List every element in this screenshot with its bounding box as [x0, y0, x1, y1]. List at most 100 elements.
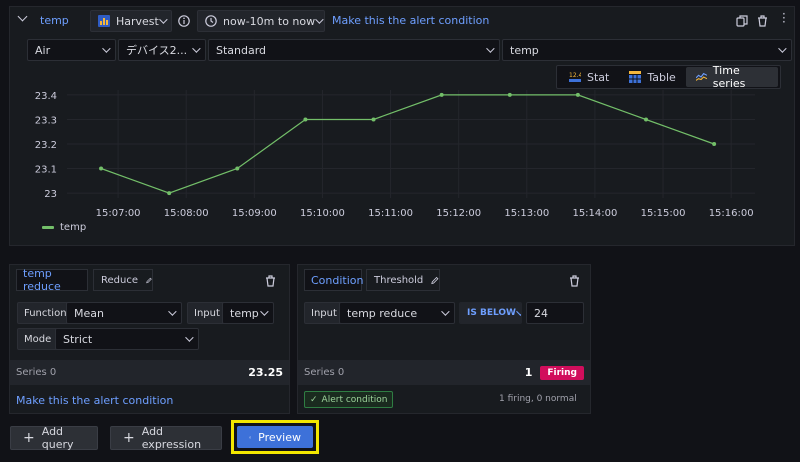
data-point — [167, 191, 172, 196]
condition-input-value: temp reduce — [347, 306, 418, 320]
reduce-input-select[interactable]: temp — [222, 302, 274, 324]
y-tick-label: 23.2 — [35, 140, 57, 151]
preview-button[interactable]: Preview — [237, 426, 313, 448]
condition-series-value: 1 — [524, 366, 533, 379]
reduce-make-alert-link[interactable]: Make this the alert condition — [16, 394, 173, 407]
x-tick-label: 15:14:00 — [572, 208, 617, 219]
trash-icon[interactable] — [757, 15, 768, 27]
threshold-value: 24 — [534, 306, 548, 320]
chevron-down-icon — [486, 44, 495, 53]
filter-field-value: temp — [510, 43, 539, 57]
reduce-title-box[interactable]: temp reduce — [16, 267, 88, 293]
datasource-name: Harvest — [116, 14, 159, 28]
x-tick-label: 15:10:00 — [300, 208, 345, 219]
duplicate-icon[interactable] — [736, 15, 748, 27]
condition-trash-icon[interactable] — [569, 275, 580, 287]
firing-badge: Firing — [540, 365, 584, 380]
operator-select[interactable]: IS BELOW — [459, 302, 522, 324]
add-expression-button[interactable]: + Add expression — [110, 425, 222, 451]
condition-type-box[interactable]: Threshold — [366, 269, 440, 291]
function-value: Mean — [74, 306, 104, 320]
data-point — [507, 92, 512, 97]
add-query-label: Add query — [41, 425, 74, 451]
condition-result-row: Series 0 1 Firing — [298, 360, 590, 385]
filter-aggregation[interactable]: Standard — [208, 39, 500, 61]
add-query-button[interactable]: + Add query — [10, 425, 98, 451]
mode-value: Strict — [63, 332, 93, 346]
datasource-icon — [98, 15, 110, 27]
info-icon[interactable] — [178, 15, 190, 27]
plus-icon: + — [123, 430, 135, 446]
reduce-type-box[interactable]: Reduce — [93, 269, 153, 291]
chevron-down-icon — [778, 44, 787, 53]
condition-type: Threshold — [374, 274, 424, 286]
chevron-down-icon — [168, 307, 177, 316]
reduce-series-value: 23.25 — [248, 366, 283, 379]
alert-condition-label: Alert condition — [321, 394, 388, 405]
make-alert-condition-link[interactable]: Make this the alert condition — [332, 14, 489, 27]
query-name[interactable]: temp — [40, 14, 69, 27]
y-tick-label: 23 — [44, 189, 57, 200]
time-series-chart: 23 23.1 23.2 23.3 23.4 15:07:00 15:08:00 15:09:… — [35, 90, 755, 219]
pencil-icon — [431, 276, 439, 284]
filter-measurement[interactable]: Air — [27, 39, 116, 61]
data-point — [439, 92, 444, 97]
x-tick-label: 15:07:00 — [96, 208, 141, 219]
legend-label[interactable]: temp — [60, 222, 86, 233]
data-point — [303, 117, 308, 122]
filter-field[interactable]: temp — [502, 39, 792, 61]
pencil-icon — [146, 277, 152, 283]
chevron-down-icon — [159, 15, 168, 24]
data-point — [575, 92, 580, 97]
more-icon[interactable]: · · · — [782, 8, 786, 28]
reduce-type: Reduce — [101, 274, 138, 286]
chevron-down-icon — [260, 307, 269, 316]
x-tick-label: 15:16:00 — [709, 208, 754, 219]
clock-icon — [205, 15, 217, 27]
x-tick-label: 15:09:00 — [232, 208, 277, 219]
plus-icon: + — [23, 430, 35, 446]
y-tick-label: 23.3 — [35, 115, 57, 126]
input-label: Input — [187, 302, 227, 324]
x-tick-label: 15:15:00 — [641, 208, 686, 219]
time-range-value: now-10m to now — [223, 14, 316, 28]
y-tick-label: 23.1 — [35, 165, 57, 176]
refresh-icon — [249, 436, 252, 438]
chevron-down-icon — [185, 333, 194, 342]
data-point — [644, 117, 649, 122]
condition-series-label: Series 0 — [304, 367, 345, 378]
chevron-down-icon — [441, 307, 450, 316]
reduce-trash-icon[interactable] — [265, 275, 276, 287]
condition-title: Condition — [311, 273, 364, 287]
preview-label: Preview — [258, 430, 301, 444]
check-icon: ✓ — [310, 394, 318, 405]
condition-input-label: Input — [304, 302, 344, 324]
reduce-result-row: Series 0 23.25 — [10, 360, 289, 385]
chevron-down-icon — [192, 44, 201, 53]
x-tick-label: 15:12:00 — [436, 208, 481, 219]
add-expression-label: Add expression — [141, 425, 202, 451]
threshold-input[interactable]: 24 — [526, 302, 584, 324]
x-tick-label: 15:11:00 — [368, 208, 413, 219]
chevron-down-icon — [315, 15, 324, 24]
datasource-picker[interactable]: Harvest — [90, 10, 172, 32]
data-point — [235, 166, 240, 171]
data-point — [712, 142, 717, 146]
reduce-input-value: temp — [230, 306, 259, 320]
filter-device-value: デバイス2... — [126, 44, 188, 57]
chart-legend: temp — [42, 222, 86, 233]
condition-input-select[interactable]: temp reduce — [339, 302, 455, 324]
reduce-title: temp reduce — [23, 267, 61, 293]
time-range-picker[interactable]: now-10m to now — [197, 10, 325, 32]
filter-device[interactable]: デバイス2... — [118, 39, 206, 61]
chevron-down-icon — [516, 307, 521, 316]
function-select[interactable]: Mean — [66, 302, 182, 324]
condition-title-box[interactable]: Condition — [304, 269, 364, 291]
data-point — [99, 166, 104, 171]
operator-value: IS BELOW — [467, 308, 516, 318]
mode-label: Mode — [17, 328, 59, 350]
alert-condition-badge: ✓ Alert condition — [304, 391, 394, 408]
mode-select[interactable]: Strict — [55, 328, 199, 350]
condition-summary: 1 firing, 0 normal — [499, 394, 577, 404]
x-tick-label: 15:13:00 — [504, 208, 549, 219]
